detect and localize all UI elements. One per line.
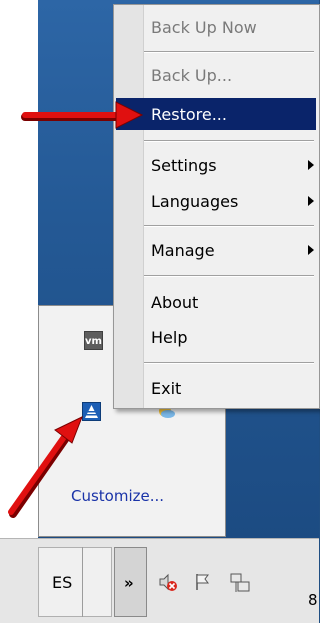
acronis-pointer-arrow-icon (8, 416, 83, 518)
annotation-arrows (8, 101, 144, 518)
restore-pointer-arrow-icon (21, 101, 144, 129)
